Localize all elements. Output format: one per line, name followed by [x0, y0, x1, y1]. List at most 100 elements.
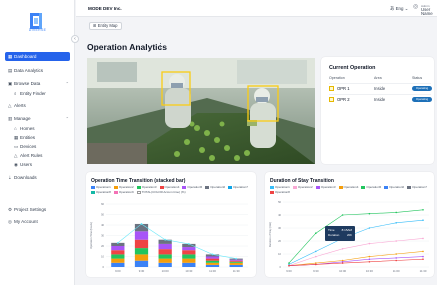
y-tick-label: 20 — [101, 244, 104, 248]
total-point — [140, 223, 143, 225]
bar-segment — [205, 260, 220, 263]
total-point — [211, 253, 214, 256]
operation-color-swatch — [329, 86, 334, 91]
y-tick-label: 0 — [103, 265, 105, 269]
sidebar-item-my-account[interactable]: ◎ My Account — [0, 217, 75, 226]
series-point — [395, 259, 397, 262]
series-point — [341, 248, 344, 250]
sidebar-item-manage[interactable]: ▥ Manage ⌃ — [0, 114, 75, 123]
sidebar-item-alerts[interactable]: △ Alerts — [0, 101, 75, 110]
series-point — [395, 211, 397, 214]
y-tick-label: 60 — [101, 202, 104, 206]
sidebar-item-project-settings[interactable]: ⚙ Project Settings — [0, 205, 75, 214]
series-point — [341, 262, 344, 264]
bar-segment — [205, 262, 220, 265]
operation-time-card: Operation Time Transition (stacked bar) … — [86, 172, 256, 277]
x-tick-label: 10:30 — [185, 269, 192, 273]
bar-segment — [134, 239, 149, 249]
series-point — [368, 255, 371, 258]
operation-time-chart: 0 10 20 30 40 50 60 9:00 9:30 10:00 10:30 11:00 11:3… — [89, 202, 248, 273]
y-tick-label: 0 — [280, 265, 282, 269]
series-point — [422, 209, 424, 211]
bar-segment — [205, 264, 220, 267]
table-row[interactable]: OPR 1 Inside Operating — [329, 83, 432, 93]
series-point — [422, 255, 424, 258]
sidebar-item-homes[interactable]: ⌂ Homes — [0, 124, 75, 133]
x-tick-label: 11:30 — [420, 269, 427, 273]
sidebar-item-devices[interactable]: ▭ Devices — [0, 142, 75, 151]
y-tick-label: 40 — [278, 213, 281, 217]
camera-image — [87, 58, 315, 164]
bar-segment — [182, 254, 196, 259]
company-name: MODE DEV Inc. — [88, 6, 122, 11]
x-tick-label: 10:30 — [366, 269, 373, 273]
y-tick-label: 40 — [101, 223, 104, 227]
bar-segment — [134, 231, 149, 240]
y-axis-label: Duration of Stay (min) — [268, 222, 272, 247]
bar-segment — [158, 258, 172, 263]
more-options-icon[interactable]: ⋮ — [157, 42, 164, 50]
chevron-down-icon: ⌄ — [404, 6, 409, 11]
sidebar-item-downloads[interactable]: ⇣ Downloads — [0, 173, 75, 182]
bar-segment — [134, 248, 149, 255]
sidebar-item-data-analytics[interactable]: ▤ Data Analytics — [0, 66, 75, 75]
series-point — [368, 261, 371, 263]
series-line — [288, 251, 424, 266]
series-point — [288, 264, 290, 267]
series-point — [315, 263, 317, 266]
series-point — [422, 219, 424, 221]
series-line — [288, 238, 424, 266]
status-badge: Operating — [412, 86, 432, 91]
table-row[interactable]: OPR 2 Inside Operating — [329, 94, 432, 104]
duration-card: Duration of Stay Transition Operation1 O… — [265, 172, 434, 277]
series-point — [395, 222, 397, 224]
camera-feed[interactable] — [87, 58, 315, 164]
y-tick-label: 10 — [278, 252, 281, 256]
bar-segment — [205, 258, 220, 261]
sidebar-item-browse-data[interactable]: ▣ Browse Data ⌃ — [0, 79, 75, 88]
bar-segment — [158, 243, 172, 250]
duration-chart: 0 10 20 30 40 50 9:00 9:30 10:00 10:30 11:00 11:30 D… — [268, 200, 429, 273]
x-tick-label: 9:30 — [139, 269, 145, 273]
series-point — [315, 250, 317, 253]
total-point — [164, 238, 167, 241]
series-point — [368, 227, 371, 229]
series-line — [288, 258, 424, 266]
x-tick-label: 11:30 — [233, 269, 240, 273]
x-tick-label: 11:00 — [209, 269, 216, 273]
bar-segment — [111, 250, 125, 255]
bar-segment — [134, 254, 149, 261]
top-bar: MODE DEV Inc. あ Eng ⌄ ◎ Admin User Name — [76, 0, 437, 17]
series-point — [395, 240, 397, 242]
bar-segment — [111, 258, 125, 263]
sidebar-item-dashboard[interactable]: ▦ Dashboard — [5, 52, 70, 61]
y-tick-label: 30 — [278, 226, 281, 230]
bar-segment — [182, 247, 196, 251]
x-tick-label: 9:30 — [313, 269, 319, 273]
sidebar: DIVERSE ‹ ▦ Dashboard ▤ Data Analytics ▣ Br… — [0, 0, 79, 285]
y-tick-label: 10 — [101, 255, 104, 259]
y-tick-label: 50 — [278, 200, 281, 204]
y-tick-label: 30 — [101, 234, 104, 238]
series-point — [395, 257, 397, 259]
status-badge: Operating — [412, 97, 432, 102]
brand-name: DIVERSE — [28, 28, 47, 32]
x-tick-label: 9:00 — [115, 269, 121, 273]
sidebar-item-entity-finder[interactable]: ⌕ Entity Finder — [0, 89, 75, 98]
user-menu[interactable]: ◎ Admin User Name — [413, 4, 437, 16]
bar-segment — [182, 262, 196, 267]
series-line — [288, 256, 424, 266]
collapse-sidebar-button[interactable]: ‹ — [71, 35, 79, 43]
sidebar-item-alert-rules[interactable]: △ Alert Rules — [0, 151, 75, 160]
user-icon: ◎ — [413, 4, 419, 10]
sidebar-item-entities[interactable]: ▦ Entities — [0, 133, 75, 142]
entity-map-button[interactable]: ⊞ Entity Map — [89, 22, 122, 30]
language-selector[interactable]: あ Eng ⌄ — [390, 6, 408, 12]
total-point — [235, 257, 238, 260]
sidebar-item-users[interactable]: ◉ Users — [0, 160, 75, 169]
series-line — [288, 209, 424, 264]
total-point — [116, 241, 119, 244]
bar-segment — [158, 262, 172, 267]
bar-segment — [229, 264, 243, 267]
x-tick-label: 11:00 — [393, 269, 400, 273]
